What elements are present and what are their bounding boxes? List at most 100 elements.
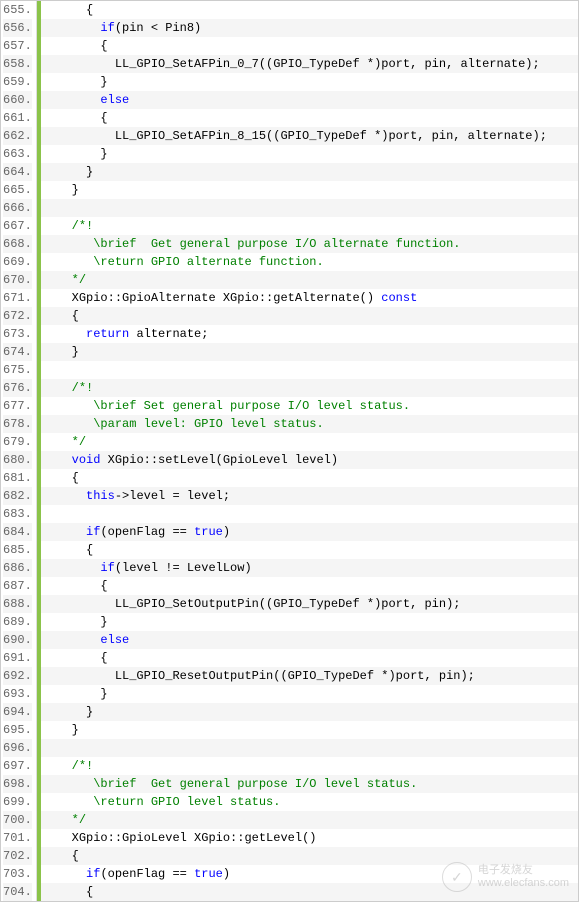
line-number: 699. xyxy=(3,793,32,811)
code-line[interactable]: \brief Get general purpose I/O level sta… xyxy=(41,775,578,793)
line-number-gutter: 655.656.657.658.659.660.661.662.663.664.… xyxy=(1,1,37,901)
watermark: ✓ 电子发烧友 www.elecfans.com xyxy=(442,862,569,892)
code-line[interactable]: } xyxy=(41,685,578,703)
line-number: 678. xyxy=(3,415,32,433)
code-line[interactable]: } xyxy=(41,343,578,361)
code-line[interactable]: { xyxy=(41,577,578,595)
code-line[interactable]: \return GPIO level status. xyxy=(41,793,578,811)
line-number: 667. xyxy=(3,217,32,235)
code-line[interactable]: { xyxy=(41,649,578,667)
line-number: 660. xyxy=(3,91,32,109)
code-line[interactable]: \brief Get general purpose I/O alternate… xyxy=(41,235,578,253)
code-line[interactable] xyxy=(41,199,578,217)
line-number: 682. xyxy=(3,487,32,505)
line-number: 670. xyxy=(3,271,32,289)
code-line[interactable] xyxy=(41,739,578,757)
code-line[interactable]: } xyxy=(41,613,578,631)
line-number: 691. xyxy=(3,649,32,667)
code-line[interactable]: \brief Set general purpose I/O level sta… xyxy=(41,397,578,415)
line-number: 697. xyxy=(3,757,32,775)
line-number: 698. xyxy=(3,775,32,793)
code-line[interactable]: if(pin < Pin8) xyxy=(41,19,578,37)
line-number: 665. xyxy=(3,181,32,199)
code-line[interactable]: /*! xyxy=(41,217,578,235)
code-line[interactable]: /*! xyxy=(41,757,578,775)
code-line[interactable]: /*! xyxy=(41,379,578,397)
code-line[interactable]: LL_GPIO_SetOutputPin((GPIO_TypeDef *)por… xyxy=(41,595,578,613)
line-number: 700. xyxy=(3,811,32,829)
line-number: 680. xyxy=(3,451,32,469)
code-line[interactable]: { xyxy=(41,307,578,325)
line-number: 694. xyxy=(3,703,32,721)
line-number: 686. xyxy=(3,559,32,577)
line-number: 669. xyxy=(3,253,32,271)
code-line[interactable]: } xyxy=(41,721,578,739)
code-editor: 655.656.657.658.659.660.661.662.663.664.… xyxy=(0,0,579,902)
line-number: 684. xyxy=(3,523,32,541)
code-line[interactable]: { xyxy=(41,109,578,127)
line-number: 683. xyxy=(3,505,32,523)
line-number: 685. xyxy=(3,541,32,559)
code-line[interactable]: } xyxy=(41,73,578,91)
line-number: 676. xyxy=(3,379,32,397)
line-number: 671. xyxy=(3,289,32,307)
line-number: 673. xyxy=(3,325,32,343)
line-number: 672. xyxy=(3,307,32,325)
code-line[interactable]: } xyxy=(41,181,578,199)
code-line[interactable]: if(level != LevelLow) xyxy=(41,559,578,577)
code-line[interactable]: return alternate; xyxy=(41,325,578,343)
line-number: 688. xyxy=(3,595,32,613)
line-number: 693. xyxy=(3,685,32,703)
line-number: 681. xyxy=(3,469,32,487)
line-number: 701. xyxy=(3,829,32,847)
code-line[interactable]: \param level: GPIO level status. xyxy=(41,415,578,433)
code-line[interactable]: } xyxy=(41,163,578,181)
line-number: 702. xyxy=(3,847,32,865)
code-line[interactable]: XGpio::GpioAlternate XGpio::getAlternate… xyxy=(41,289,578,307)
code-line[interactable]: { xyxy=(41,37,578,55)
code-line[interactable]: if(openFlag == true) xyxy=(41,523,578,541)
line-number: 666. xyxy=(3,199,32,217)
code-line[interactable]: XGpio::GpioLevel XGpio::getLevel() xyxy=(41,829,578,847)
watermark-brand: 电子发烧友 xyxy=(478,864,569,877)
line-number: 661. xyxy=(3,109,32,127)
code-line[interactable]: LL_GPIO_SetAFPin_8_15((GPIO_TypeDef *)po… xyxy=(41,127,578,145)
code-line[interactable]: } xyxy=(41,145,578,163)
code-line[interactable]: this->level = level; xyxy=(41,487,578,505)
code-line[interactable]: */ xyxy=(41,271,578,289)
line-number: 689. xyxy=(3,613,32,631)
code-line[interactable]: { xyxy=(41,469,578,487)
line-number: 677. xyxy=(3,397,32,415)
line-number: 656. xyxy=(3,19,32,37)
code-line[interactable]: else xyxy=(41,631,578,649)
line-number: 659. xyxy=(3,73,32,91)
watermark-url: www.elecfans.com xyxy=(478,877,569,890)
code-line[interactable]: } xyxy=(41,703,578,721)
line-number: 662. xyxy=(3,127,32,145)
code-area[interactable]: { if(pin < Pin8) { LL_GPIO_SetAFPin_0_7(… xyxy=(41,1,578,901)
line-number: 679. xyxy=(3,433,32,451)
code-line[interactable]: { xyxy=(41,1,578,19)
line-number: 692. xyxy=(3,667,32,685)
code-line[interactable] xyxy=(41,361,578,379)
line-number: 657. xyxy=(3,37,32,55)
watermark-logo-icon: ✓ xyxy=(442,862,472,892)
line-number: 658. xyxy=(3,55,32,73)
line-number: 664. xyxy=(3,163,32,181)
line-number: 687. xyxy=(3,577,32,595)
code-line[interactable]: LL_GPIO_ResetOutputPin((GPIO_TypeDef *)p… xyxy=(41,667,578,685)
code-line[interactable]: */ xyxy=(41,433,578,451)
code-line[interactable]: \return GPIO alternate function. xyxy=(41,253,578,271)
line-number: 690. xyxy=(3,631,32,649)
line-number: 663. xyxy=(3,145,32,163)
line-number: 655. xyxy=(3,1,32,19)
line-number: 696. xyxy=(3,739,32,757)
code-line[interactable]: else xyxy=(41,91,578,109)
code-line[interactable]: { xyxy=(41,541,578,559)
code-line[interactable]: */ xyxy=(41,811,578,829)
code-line[interactable] xyxy=(41,505,578,523)
line-number: 695. xyxy=(3,721,32,739)
code-line[interactable]: LL_GPIO_SetAFPin_0_7((GPIO_TypeDef *)por… xyxy=(41,55,578,73)
line-number: 704. xyxy=(3,883,32,901)
code-line[interactable]: void XGpio::setLevel(GpioLevel level) xyxy=(41,451,578,469)
